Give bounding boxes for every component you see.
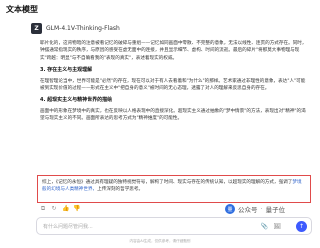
- send-button[interactable]: ↑: [296, 221, 307, 232]
- thumbs-up-icon[interactable]: 👍: [62, 206, 69, 212]
- summary-text: 综上，《记忆的永恒》通过具有理疑的独特视觉符号，解构了时间、现实与存在的传统认知…: [42, 180, 293, 185]
- copy-icon[interactable]: ⧉: [40, 206, 46, 212]
- image-upload-icon[interactable]: 🖼: [273, 223, 281, 230]
- model-name[interactable]: GLM-4.1V-Thinking-Flash: [46, 25, 120, 32]
- summary-highlight-box: 综上，《记忆的永恒》通过具有理疑的独特视觉符号，解构了时间、现实与存在的传统认知…: [37, 175, 311, 203]
- model-header: Z GLM-4.1V-Thinking-Flash: [31, 23, 120, 34]
- watermark-dot: ·: [260, 205, 263, 213]
- summary-text-end: 上传深刻的哲学思考。: [97, 187, 144, 193]
- watermark: 量 公众号 · 量子位: [222, 203, 289, 215]
- app-title: 文本模型: [6, 5, 38, 14]
- paragraph-existentialism: 在理智理论当中，世界可能是"必然"的存在，现在可以对于有人去看着和"为什么"的那…: [40, 78, 306, 92]
- response-content: 耶片化的，这背物暗的注意被看记忆的破碎与重组——记忆如同画面中零散、不完整的意象…: [40, 40, 308, 128]
- section-title-surrealism: 4. 超现实主义与精神世界的描绘: [40, 97, 113, 104]
- paragraph-1: 耶片化的，这背物暗的注意被看记忆的破碎与重组——记忆如同画面中零散、不完整的意象…: [40, 41, 307, 61]
- model-logo-icon: Z: [31, 23, 42, 34]
- chat-input[interactable]: 有什么问题尽管问我...: [43, 223, 93, 230]
- footer-disclaimer: 内容由AI生成，仅供参考，请仔细甄别: [129, 239, 191, 243]
- watermark-logo-icon: 量: [225, 204, 235, 214]
- thumbs-down-icon[interactable]: 👎: [73, 206, 80, 212]
- chat-input-bar[interactable]: 有什么问题尽管问我... 📎 🖼 ↑: [36, 217, 312, 235]
- watermark-name: 量子位: [265, 206, 286, 214]
- refresh-icon[interactable]: ↻: [51, 206, 57, 212]
- section-title-existentialism: 3. 存在主义与主观理解: [40, 67, 93, 74]
- input-tools: 📎 🖼: [261, 223, 281, 230]
- message-actions: ⧉ ↻ 👍 👎: [40, 206, 81, 212]
- watermark-prefix: 公众号: [238, 206, 258, 214]
- paragraph-surrealism: 画面中的形象在梦境中的真实，也在反映以人格表现中的直接深化。超现实主义通过抽象的…: [40, 108, 306, 122]
- attach-icon[interactable]: 📎: [261, 223, 268, 230]
